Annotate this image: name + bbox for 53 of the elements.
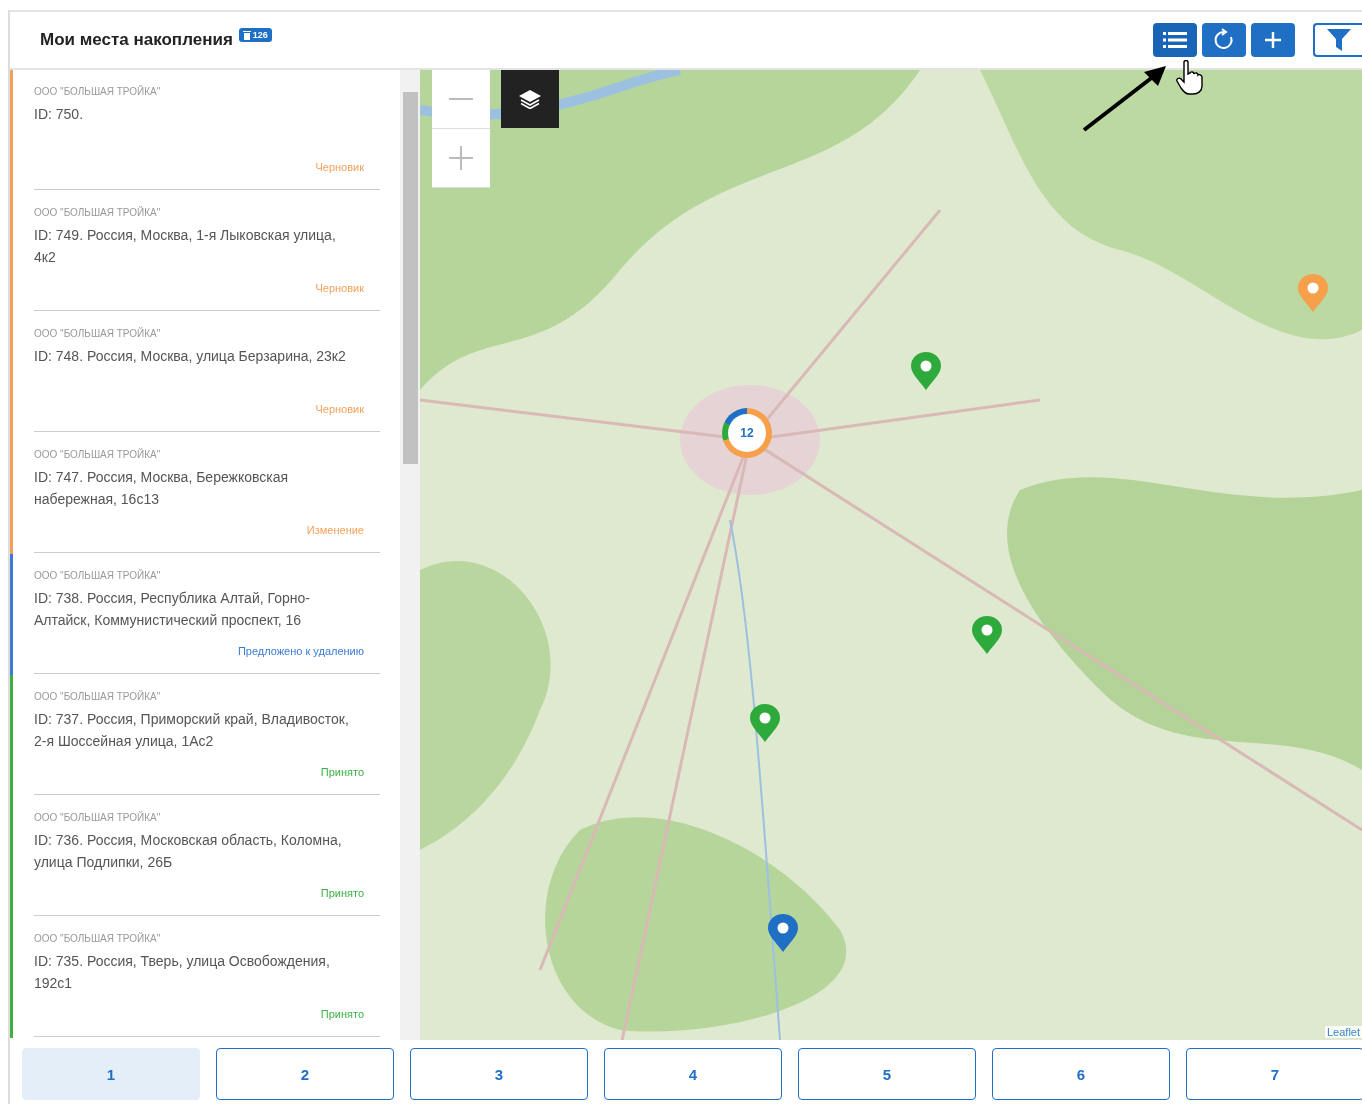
address-text: ID: 738. Россия, Республика Алтай, Горно-Алтайск, Коммунистический проспект, 16 (34, 589, 311, 630)
address-text: ID: 735. Россия, Тверь, улица Освобождения, 192с1 (34, 952, 331, 993)
layers-button[interactable] (501, 70, 559, 128)
address-text: ID: 750. (34, 105, 85, 124)
plus-icon (1264, 31, 1282, 49)
filter-icon (1326, 29, 1351, 51)
company-name: ООО "БОЛЬШАЯ ТРОЙКА" (34, 570, 162, 581)
status-label: Черновик (315, 282, 364, 294)
status-label: Принято (320, 766, 364, 778)
company-name: ООО "БОЛЬШАЯ ТРОЙКА" (34, 86, 162, 97)
status-label: Предложено к удалению (237, 645, 364, 657)
company-name: ООО "БОЛЬШАЯ ТРОЙКА" (34, 691, 162, 702)
address-text: ID: 736. Россия, Московская область, Коломна, улица Подлипки, 26Б (34, 831, 343, 872)
address-text: ID: 747. Россия, Москва, Бережковская набережная, 16с13 (34, 468, 290, 509)
list-button[interactable] (1153, 23, 1197, 57)
minus-icon (449, 98, 473, 100)
address-text: ID: 748. Россия, Москва, улица Берзарина, 23к2 (34, 347, 347, 366)
filter-button[interactable] (1313, 23, 1362, 57)
count-badge: 126 (238, 28, 272, 42)
map-pin[interactable] (750, 704, 780, 742)
map-attribution[interactable]: Leaflet (1324, 1026, 1362, 1038)
status-label: Черновик (315, 161, 364, 173)
plus-icon (449, 146, 473, 170)
status-label: Принято (320, 887, 364, 899)
map-pin[interactable] (1298, 274, 1328, 312)
address-text: ID: 749. Россия, Москва, 1-я Лыковская улица, 4к2 (34, 226, 337, 267)
page-button[interactable]: 2 (216, 1048, 394, 1100)
refresh-icon (1213, 28, 1235, 52)
scrollbar[interactable] (400, 70, 420, 1040)
page-button[interactable]: 6 (992, 1048, 1170, 1100)
company-name: ООО "БОЛЬШАЯ ТРОЙКА" (34, 328, 162, 339)
address-text: ID: 737. Россия, Приморский край, Владивосток, 2-я Шоссейная улица, 1Ас2 (34, 710, 350, 751)
company-name: ООО "БОЛЬШАЯ ТРОЙКА" (34, 933, 162, 944)
map-pin[interactable] (972, 616, 1002, 654)
page-button[interactable]: 7 (1186, 1048, 1362, 1100)
layers-icon (518, 89, 542, 109)
page-button[interactable]: 3 (410, 1048, 588, 1100)
page-button[interactable]: 1 (22, 1048, 200, 1100)
map-pin[interactable] (911, 352, 941, 390)
status-label: Принято (320, 1008, 364, 1020)
company-name: ООО "БОЛЬШАЯ ТРОЙКА" (34, 207, 162, 218)
status-label: Изменение (306, 524, 364, 536)
company-name: ООО "БОЛЬШАЯ ТРОЙКА" (34, 812, 162, 823)
status-label: Черновик (315, 403, 364, 415)
map-pin[interactable] (768, 914, 798, 952)
refresh-button[interactable] (1202, 23, 1246, 57)
add-button[interactable] (1251, 23, 1295, 57)
list-icon (1163, 30, 1187, 50)
company-name: ООО "БОЛЬШАЯ ТРОЙКА" (34, 449, 162, 460)
page-title: Мои места накопления (40, 30, 233, 50)
hand-cursor-icon (1176, 60, 1204, 96)
page-button[interactable]: 5 (798, 1048, 976, 1100)
page-button[interactable]: 4 (604, 1048, 782, 1100)
